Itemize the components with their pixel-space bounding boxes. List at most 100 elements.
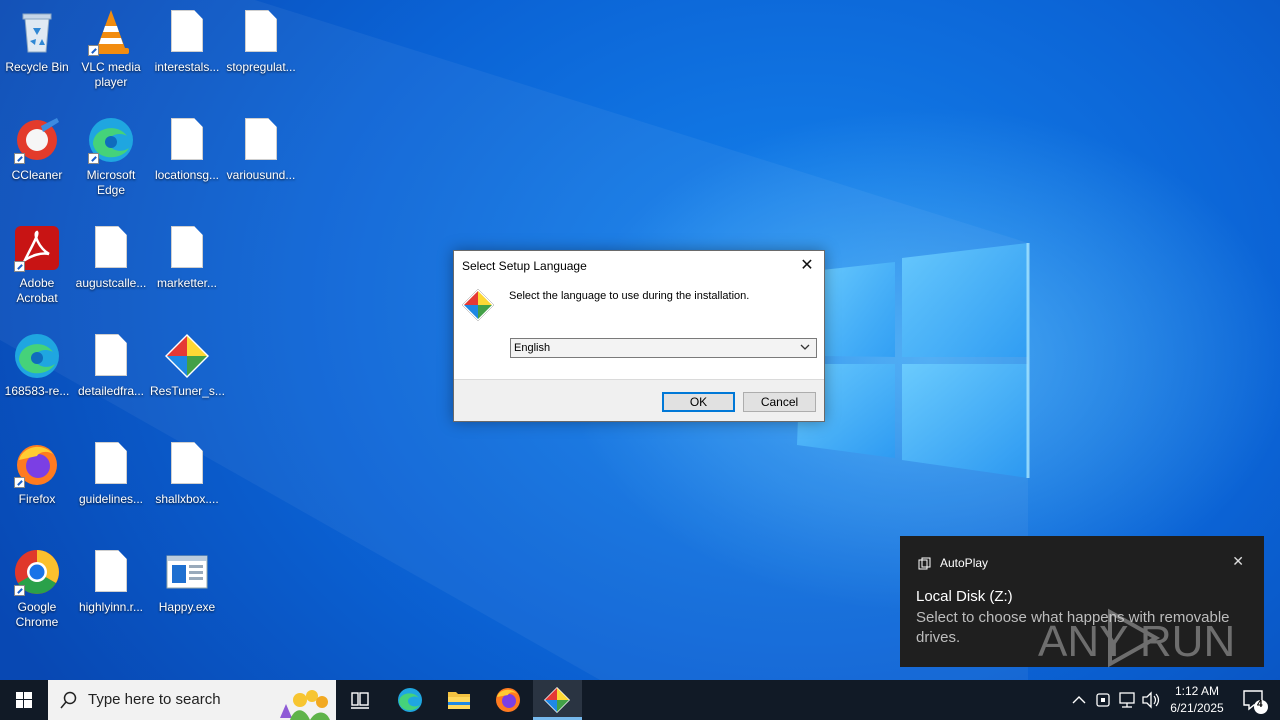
edge-icon xyxy=(87,116,135,164)
windows-logo-icon xyxy=(16,692,32,708)
ccleaner-icon xyxy=(13,116,61,164)
desktop-icon-adobe-acrobat[interactable]: Adobe Acrobat xyxy=(0,218,74,306)
task-view-icon xyxy=(351,692,369,709)
desktop-icon-locationsg[interactable]: locationsg... xyxy=(150,110,224,183)
shortcut-arrow-icon xyxy=(14,153,25,164)
taskbar-setup-button[interactable] xyxy=(533,680,582,720)
taskbar-clock[interactable]: 1:12 AM 6/21/2025 xyxy=(1160,683,1234,717)
toast-app-name: AutoPlay xyxy=(940,556,989,570)
desktop-icon-interestals[interactable]: interestals... xyxy=(150,2,224,75)
desktop-icon-label: stopregulat... xyxy=(226,60,296,74)
language-select-value: English xyxy=(514,342,551,354)
desktop-icon-label: CCleaner xyxy=(11,168,63,182)
desktop-icon-shallxbox[interactable]: shallxbox.... xyxy=(150,434,224,507)
action-center-button[interactable]: 4 xyxy=(1232,680,1276,720)
vlc-cone-icon xyxy=(87,8,135,56)
taskbar-firefox-button[interactable] xyxy=(484,680,532,720)
anyrun-watermark-logo: ANY RUN xyxy=(1038,608,1235,668)
desktop-icon-label: Microsoft Edge xyxy=(86,168,136,197)
desktop-icon-label: augustcalle... xyxy=(75,276,147,290)
document-icon xyxy=(87,548,135,596)
desktop-icon-label: locationsg... xyxy=(154,168,220,182)
adobe-acrobat-icon xyxy=(13,224,61,272)
document-icon xyxy=(237,8,285,56)
taskbar-search-box[interactable]: Type here to search xyxy=(48,680,336,720)
document-icon xyxy=(163,8,211,56)
desktop-icon-google-chrome[interactable]: Google Chrome xyxy=(0,542,74,630)
desktop-icon-ccleaner[interactable]: CCleaner xyxy=(0,110,74,183)
close-icon[interactable]: ✕ xyxy=(796,255,818,277)
clock-date: 6/21/2025 xyxy=(1170,701,1224,715)
chevron-up-icon xyxy=(1072,696,1086,704)
document-icon xyxy=(163,440,211,488)
document-icon xyxy=(163,224,211,272)
shortcut-arrow-icon xyxy=(88,153,99,164)
desktop-icon-label: guidelines... xyxy=(78,492,144,506)
desktop-icon-label: interestals... xyxy=(154,60,220,74)
language-select[interactable]: English xyxy=(510,338,817,358)
desktop-icon-marketter[interactable]: marketter... xyxy=(150,218,224,291)
recycle-bin-icon xyxy=(13,8,61,56)
clock-time: 1:12 AM xyxy=(1174,684,1220,698)
start-button[interactable] xyxy=(0,680,48,720)
watermark-text: ANY RUN xyxy=(1038,617,1235,666)
select-setup-language-dialog: Select Setup Language ✕ Select the langu… xyxy=(453,250,825,422)
chevron-down-icon xyxy=(800,344,810,350)
task-view-button[interactable] xyxy=(336,680,384,720)
setup-app-icon xyxy=(461,288,495,322)
cancel-button[interactable]: Cancel xyxy=(743,392,816,412)
desktop-icon-stopregulat[interactable]: stopregulat... xyxy=(224,2,298,75)
network-icon xyxy=(1119,692,1135,708)
desktop-icon-label: highlyinn.r... xyxy=(78,600,144,614)
desktop-icon-label: shallxbox.... xyxy=(155,492,219,506)
desktop-icon-label: Recycle Bin xyxy=(5,60,69,74)
desktop-icon-label: Happy.exe xyxy=(158,600,216,614)
search-icon xyxy=(60,691,77,709)
desktop-icon-happy-exe[interactable]: Happy.exe xyxy=(150,542,224,615)
taskbar: Type here to search 4 xyxy=(0,680,1280,720)
desktop-icon-vlc[interactable]: VLC media player xyxy=(74,2,148,90)
search-highlight-illustration-icon xyxy=(280,690,330,720)
desktop-icon-variousund[interactable]: variousund... xyxy=(224,110,298,183)
taskbar-edge-button[interactable] xyxy=(386,680,434,720)
shortcut-arrow-icon xyxy=(14,585,25,596)
desktop-icon-augustcalle[interactable]: augustcalle... xyxy=(74,218,148,291)
taskbar-file-explorer-button[interactable] xyxy=(435,680,483,720)
desktop-icon-guidelines[interactable]: guidelines... xyxy=(74,434,148,507)
desktop-icon-label: variousund... xyxy=(226,168,296,182)
folder-icon xyxy=(448,692,470,709)
desktop-icon-microsoft-edge[interactable]: Microsoft Edge xyxy=(74,110,148,198)
close-icon[interactable]: ✕ xyxy=(1232,553,1244,570)
desktop-icon-label: Firefox xyxy=(18,492,56,506)
search-placeholder: Type here to search xyxy=(88,691,221,708)
desktop-icon-168583-re[interactable]: 168583-re... xyxy=(0,326,74,399)
desktop-icon-label: marketter... xyxy=(156,276,218,290)
ok-button[interactable]: OK xyxy=(662,392,735,412)
shortcut-arrow-icon xyxy=(88,45,99,56)
tray-volume-button[interactable] xyxy=(1140,680,1162,720)
edge-icon xyxy=(13,332,61,380)
desktop-icon-label: Google Chrome xyxy=(15,600,59,629)
notification-icon xyxy=(1243,690,1268,714)
show-hidden-icons-button[interactable] xyxy=(1068,680,1090,720)
desktop-icon-label: Adobe Acrobat xyxy=(16,276,58,305)
desktop-icon-detailedfra[interactable]: detailedfra... xyxy=(74,326,148,399)
document-icon xyxy=(163,116,211,164)
dialog-title: Select Setup Language xyxy=(462,259,587,273)
shortcut-arrow-icon xyxy=(14,477,25,488)
shortcut-arrow-icon xyxy=(14,261,25,272)
autoplay-icon xyxy=(918,557,931,570)
document-icon xyxy=(87,440,135,488)
firefox-icon xyxy=(496,688,520,712)
desktop-icon-highlyinn[interactable]: highlyinn.r... xyxy=(74,542,148,615)
document-icon xyxy=(237,116,285,164)
tray-device-button[interactable] xyxy=(1092,680,1114,720)
tray-network-button[interactable] xyxy=(1116,680,1138,720)
desktop-icon-restuner[interactable]: ResTuner_s... xyxy=(150,326,225,399)
setup-app-icon xyxy=(544,687,570,713)
edge-icon xyxy=(398,688,422,712)
dialog-message: Select the language to use during the in… xyxy=(509,290,750,302)
exe-window-icon xyxy=(163,548,211,596)
desktop-icon-recycle-bin[interactable]: Recycle Bin xyxy=(0,2,74,75)
desktop-icon-firefox[interactable]: Firefox xyxy=(0,434,74,507)
